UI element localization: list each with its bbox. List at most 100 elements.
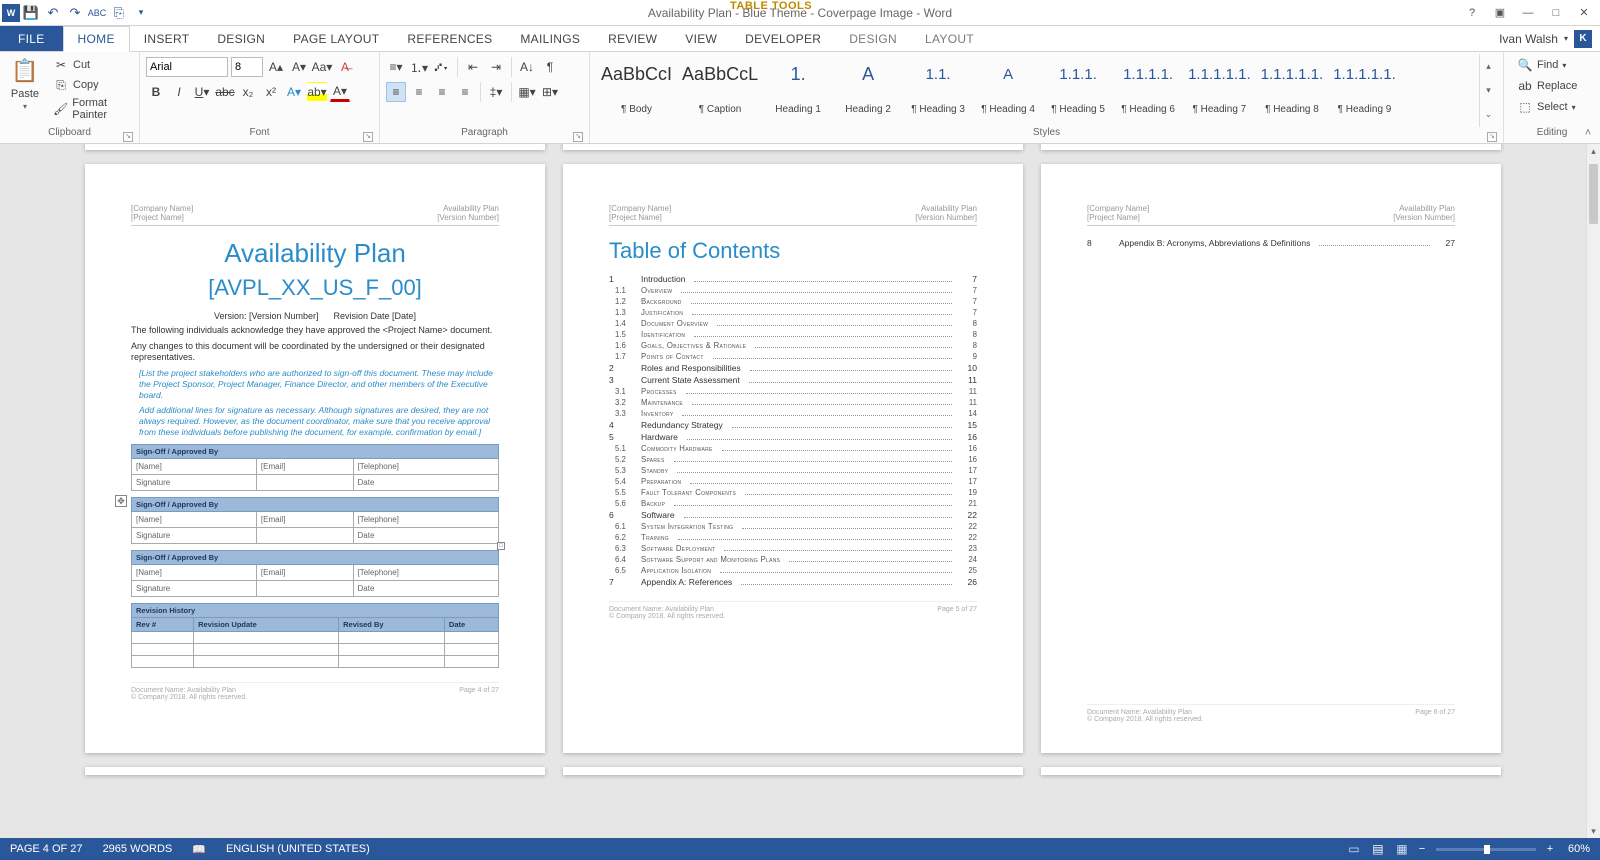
- tab-home[interactable]: HOME: [63, 26, 130, 52]
- style-item[interactable]: 1.1.1.1.¶ Heading 6: [1113, 54, 1183, 118]
- document-canvas[interactable]: [Company Name][Project Name] Availabilit…: [0, 144, 1586, 838]
- style-item[interactable]: 1.1.1.1.1.¶ Heading 9: [1328, 54, 1401, 118]
- style-item[interactable]: 1.1.1.1.1.¶ Heading 7: [1183, 54, 1256, 118]
- increase-indent-icon[interactable]: ⇥: [486, 57, 506, 77]
- collapse-ribbon-icon[interactable]: ˄: [1580, 125, 1596, 141]
- bold-icon[interactable]: B: [146, 82, 166, 102]
- scroll-up-icon[interactable]: ▴: [1587, 144, 1600, 158]
- tab-developer[interactable]: DEVELOPER: [731, 26, 835, 51]
- font-name-select[interactable]: [146, 57, 228, 77]
- print-layout-icon[interactable]: ▤: [1366, 838, 1390, 860]
- copy-button[interactable]: ⎘Copy: [50, 76, 133, 94]
- zoom-in-icon[interactable]: +: [1542, 843, 1558, 855]
- tab-table-design[interactable]: DESIGN: [835, 26, 911, 51]
- show-marks-icon[interactable]: ¶: [540, 57, 560, 77]
- zoom-level[interactable]: 60%: [1558, 843, 1600, 855]
- redo-icon[interactable]: ↷: [64, 2, 86, 24]
- styles-expand-icon[interactable]: ⌄: [1480, 103, 1497, 127]
- style-item[interactable]: A¶ Heading 4: [973, 54, 1043, 118]
- tab-table-layout[interactable]: LAYOUT: [911, 26, 988, 51]
- status-proofing-icon[interactable]: 📖: [182, 843, 216, 856]
- align-right-icon[interactable]: ≡: [432, 82, 452, 102]
- tab-review[interactable]: REVIEW: [594, 26, 671, 51]
- underline-icon[interactable]: U▾: [192, 82, 212, 102]
- status-words[interactable]: 2965 WORDS: [93, 843, 183, 855]
- superscript-icon[interactable]: x²: [261, 82, 281, 102]
- shading-icon[interactable]: ▦▾: [517, 82, 537, 102]
- borders-icon[interactable]: ⊞▾: [540, 82, 560, 102]
- maximize-icon[interactable]: □: [1544, 3, 1568, 23]
- status-page[interactable]: PAGE 4 OF 27: [0, 843, 93, 855]
- zoom-out-icon[interactable]: −: [1414, 843, 1430, 855]
- styles-row-up-icon[interactable]: ▴: [1480, 54, 1497, 78]
- user-account[interactable]: Ivan Walsh ▾ K: [1491, 26, 1600, 51]
- style-item[interactable]: AaBbCcL¶ Caption: [677, 54, 763, 118]
- paste-button[interactable]: 📋 Paste ▾: [6, 54, 44, 113]
- styles-gallery[interactable]: AaBbCcI¶ BodyAaBbCcL¶ Caption1.Heading 1…: [596, 54, 1473, 118]
- undo-icon[interactable]: ↶: [42, 2, 64, 24]
- style-item[interactable]: 1.Heading 1: [763, 54, 833, 118]
- tab-design[interactable]: DESIGN: [203, 26, 279, 51]
- shrink-font-icon[interactable]: A▾: [289, 57, 309, 77]
- help-icon[interactable]: ?: [1460, 3, 1484, 23]
- style-item[interactable]: 1.1.¶ Heading 3: [903, 54, 973, 118]
- tab-view[interactable]: VIEW: [671, 26, 731, 51]
- grow-font-icon[interactable]: A▴: [266, 57, 286, 77]
- ribbon-display-icon[interactable]: ▣: [1488, 3, 1512, 23]
- web-layout-icon[interactable]: ▦: [1390, 838, 1414, 860]
- signoff-table-3[interactable]: Sign-Off / Approved By [Name][Email][Tel…: [131, 550, 499, 597]
- table-resize-handle-icon[interactable]: □: [497, 542, 505, 550]
- clipboard-dialog-launcher[interactable]: ↘: [123, 132, 133, 142]
- italic-icon[interactable]: I: [169, 82, 189, 102]
- align-left-icon[interactable]: ≡: [386, 82, 406, 102]
- style-item[interactable]: 1.1.1.1.1.¶ Heading 8: [1256, 54, 1329, 118]
- tab-insert[interactable]: INSERT: [130, 26, 204, 51]
- format-painter-button[interactable]: 🖌Format Painter: [50, 96, 133, 122]
- tab-references[interactable]: REFERENCES: [393, 26, 506, 51]
- signoff-table-1[interactable]: Sign-Off / Approved By [Name][Email][Tel…: [131, 444, 499, 491]
- zoom-slider[interactable]: [1436, 848, 1536, 851]
- font-size-select[interactable]: [231, 57, 263, 77]
- find-button[interactable]: 🔍Find ▾: [1514, 56, 1580, 74]
- vertical-scrollbar[interactable]: ▴ ▾: [1586, 144, 1600, 838]
- spelling-icon[interactable]: ABC: [86, 2, 108, 24]
- tab-page-layout[interactable]: PAGE LAYOUT: [279, 26, 393, 51]
- style-item[interactable]: 1.1.1.¶ Heading 5: [1043, 54, 1113, 118]
- bullets-icon[interactable]: ≡▾: [386, 57, 406, 77]
- styles-dialog-launcher[interactable]: ↘: [1487, 132, 1497, 142]
- tab-file[interactable]: FILE: [0, 26, 63, 51]
- save-icon[interactable]: 💾: [20, 2, 42, 24]
- paragraph-dialog-launcher[interactable]: ↘: [573, 132, 583, 142]
- style-item[interactable]: AaBbCcI¶ Body: [596, 54, 677, 118]
- replace-button[interactable]: abReplace: [1514, 77, 1580, 95]
- change-case-icon[interactable]: Aa▾: [312, 57, 332, 77]
- cut-button[interactable]: ✂Cut: [50, 56, 133, 74]
- scroll-down-icon[interactable]: ▾: [1587, 824, 1600, 838]
- read-mode-icon[interactable]: ▭: [1342, 838, 1366, 860]
- qat-customize-icon[interactable]: ▾: [130, 2, 152, 24]
- highlight-icon[interactable]: ab▾: [307, 82, 327, 102]
- line-spacing-icon[interactable]: ‡▾: [486, 82, 506, 102]
- scroll-thumb[interactable]: [1589, 164, 1598, 224]
- sort-icon[interactable]: A↓: [517, 57, 537, 77]
- justify-icon[interactable]: ≡: [455, 82, 475, 102]
- numbering-icon[interactable]: ⒈▾: [409, 57, 429, 77]
- clear-formatting-icon[interactable]: A̶: [335, 57, 355, 77]
- signoff-table-2[interactable]: Sign-Off / Approved By [Name][Email][Tel…: [131, 497, 499, 544]
- styles-row-down-icon[interactable]: ▾: [1480, 78, 1497, 102]
- style-item[interactable]: AHeading 2: [833, 54, 903, 118]
- font-color-icon[interactable]: A▾: [330, 82, 350, 102]
- align-center-icon[interactable]: ≡: [409, 82, 429, 102]
- decrease-indent-icon[interactable]: ⇤: [463, 57, 483, 77]
- subscript-icon[interactable]: x₂: [238, 82, 258, 102]
- minimize-icon[interactable]: —: [1516, 3, 1540, 23]
- close-icon[interactable]: ✕: [1572, 3, 1596, 23]
- status-language[interactable]: ENGLISH (UNITED STATES): [216, 843, 380, 855]
- table-move-handle-icon[interactable]: ✥: [115, 495, 127, 507]
- select-button[interactable]: ⬚Select ▾: [1514, 98, 1580, 116]
- quick-print-icon[interactable]: ⎘: [108, 2, 130, 24]
- font-dialog-launcher[interactable]: ↘: [363, 132, 373, 142]
- strikethrough-icon[interactable]: abc: [215, 82, 235, 102]
- revision-history-table[interactable]: Revision History Rev #Revision UpdateRev…: [131, 603, 499, 668]
- multilevel-list-icon[interactable]: ⑇▾: [432, 57, 452, 77]
